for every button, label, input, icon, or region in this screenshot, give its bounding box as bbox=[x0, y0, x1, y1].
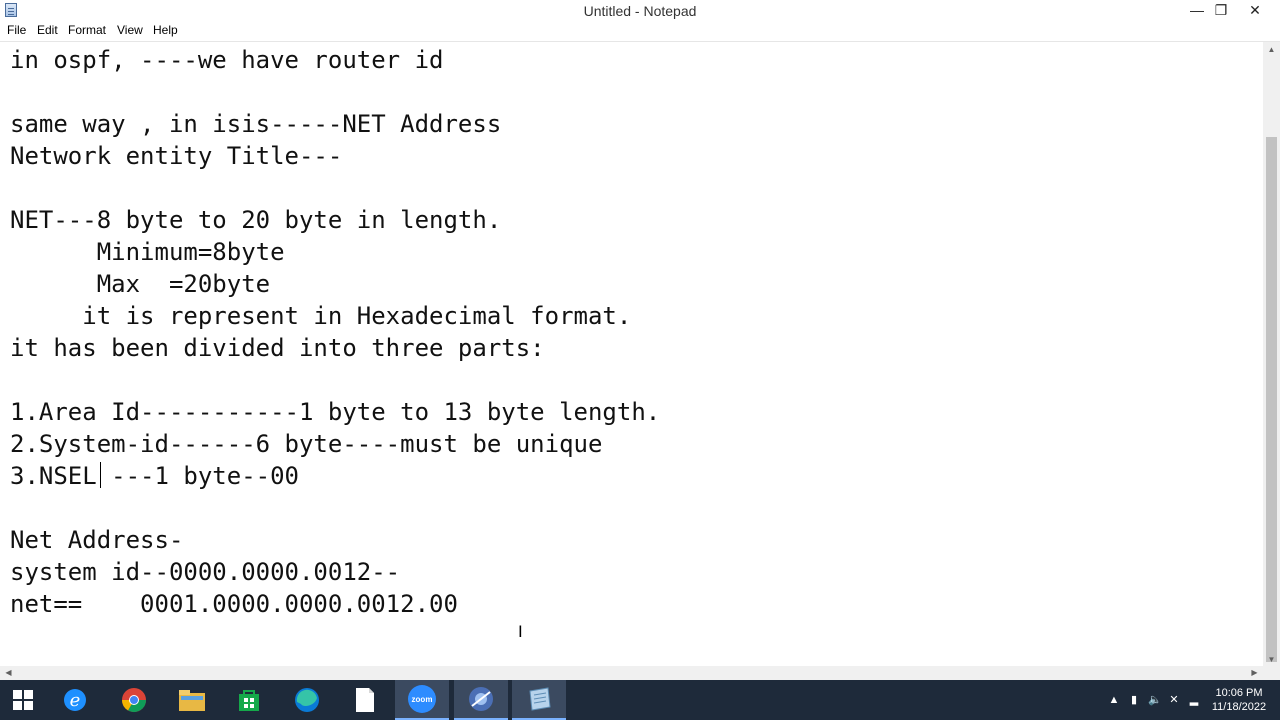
text-line: Network entity Title--- bbox=[10, 142, 343, 170]
menu-help[interactable]: Help bbox=[153, 23, 178, 37]
menu-format[interactable]: Format bbox=[68, 23, 106, 37]
network-disconnected-icon[interactable]: ✕ bbox=[1168, 694, 1180, 706]
text-caret bbox=[100, 462, 101, 488]
text-line: it is represent in Hexadecimal format. bbox=[10, 302, 632, 330]
clock-time: 10:06 PM bbox=[1215, 687, 1263, 699]
window-title: Untitled - Notepad bbox=[583, 3, 697, 19]
text-line: in ospf, ----we have router id bbox=[10, 46, 444, 74]
text-editor[interactable]: in ospf, ----we have router id same way … bbox=[0, 42, 1263, 666]
start-button[interactable] bbox=[0, 680, 46, 720]
text-line: 3.NSEL ---1 byte--00 bbox=[10, 462, 299, 490]
horizontal-scrollbar[interactable]: ◀ ▶ bbox=[0, 666, 1263, 680]
text-line: Minimum=8byte bbox=[10, 238, 285, 266]
close-button[interactable]: ✕ bbox=[1232, 0, 1278, 21]
chrome-icon[interactable] bbox=[107, 680, 161, 720]
speaker-icon[interactable]: 🔈 bbox=[1148, 694, 1162, 706]
browser-app-icon[interactable] bbox=[454, 680, 508, 720]
text-line: it has been divided into three parts: bbox=[10, 334, 545, 362]
battery-icon[interactable]: ▮ bbox=[1128, 694, 1140, 706]
svg-text:e: e bbox=[70, 690, 81, 711]
text-line: Max =20byte bbox=[10, 270, 271, 298]
menu-edit[interactable]: Edit bbox=[37, 23, 58, 37]
menu-file[interactable]: File bbox=[7, 23, 26, 37]
windows-logo-icon bbox=[13, 690, 33, 710]
text-line: 2.System-id------6 byte----must be uniqu… bbox=[10, 430, 603, 458]
taskbar: e zoom ▲ ▮ 🔈 ✕ ▂ 10:06 PM 11/18/2022 bbox=[0, 680, 1280, 720]
signal-icon[interactable]: ▂ bbox=[1188, 694, 1200, 706]
vertical-scroll-thumb[interactable] bbox=[1266, 137, 1277, 662]
scroll-down-arrow-icon[interactable]: ▼ bbox=[1263, 655, 1280, 664]
text-line: 1.Area Id-----------1 byte to 13 byte le… bbox=[10, 398, 661, 426]
clock-date: 11/18/2022 bbox=[1211, 701, 1267, 713]
zoom-label: zoom bbox=[412, 695, 433, 704]
zoom-icon[interactable]: zoom bbox=[395, 680, 449, 720]
scroll-left-arrow-icon[interactable]: ◀ bbox=[0, 668, 17, 677]
menu-bar: File Edit Format View Help bbox=[0, 21, 1280, 42]
store-icon[interactable] bbox=[222, 680, 276, 720]
text-line: net== 0001.0000.0000.0012.00 bbox=[10, 590, 458, 618]
clock[interactable]: 10:06 PM 11/18/2022 bbox=[1208, 686, 1270, 714]
menu-view[interactable]: View bbox=[117, 23, 143, 37]
tray-overflow-chevron-icon[interactable]: ▲ bbox=[1108, 694, 1120, 706]
notepad-taskbar-icon[interactable] bbox=[512, 680, 566, 720]
scroll-right-arrow-icon[interactable]: ▶ bbox=[1246, 668, 1263, 677]
ibeam-cursor-icon: I bbox=[518, 622, 523, 641]
text-line: same way , in isis-----NET Address bbox=[10, 110, 502, 138]
blank-file-icon[interactable] bbox=[338, 680, 392, 720]
system-tray: ▲ ▮ 🔈 ✕ ▂ 10:06 PM 11/18/2022 bbox=[1108, 680, 1270, 720]
file-explorer-icon[interactable] bbox=[165, 680, 219, 720]
vertical-scrollbar[interactable]: ▲ ▼ bbox=[1263, 42, 1280, 666]
title-bar: Untitled - Notepad — ❐ ✕ bbox=[0, 0, 1280, 21]
text-line: system id--0000.0000.0012-- bbox=[10, 558, 401, 586]
text-line: Net Address- bbox=[10, 526, 184, 554]
edge-legacy-icon[interactable]: e bbox=[48, 680, 102, 720]
scroll-up-arrow-icon[interactable]: ▲ bbox=[1263, 45, 1280, 54]
scrollbar-corner bbox=[1263, 666, 1280, 680]
text-line: NET---8 byte to 20 byte in length. bbox=[10, 206, 502, 234]
edge-icon[interactable] bbox=[280, 680, 334, 720]
